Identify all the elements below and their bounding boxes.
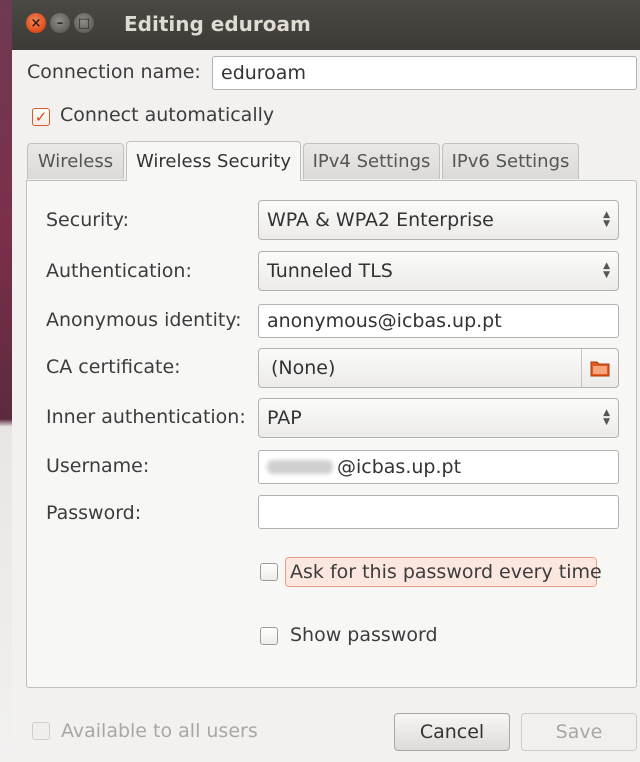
- inner-authentication-value: PAP: [267, 407, 302, 429]
- connect-automatically-checkbox[interactable]: ✓: [32, 108, 50, 126]
- authentication-combo-value: Tunneled TLS: [267, 260, 393, 282]
- password-input[interactable]: [258, 495, 619, 529]
- show-password-label[interactable]: Show password: [290, 624, 438, 646]
- combo-arrows-icon: ▲ ▼: [603, 261, 610, 280]
- username-value: @icbas.up.pt: [337, 456, 462, 478]
- ca-certificate-value: (None): [271, 357, 336, 379]
- connection-name-label: Connection name:: [27, 61, 201, 83]
- window-title: Editing eduroam: [124, 12, 311, 36]
- maximize-icon[interactable]: □: [74, 13, 94, 33]
- combo-arrows-icon: ▲ ▼: [603, 408, 610, 427]
- tab-wireless[interactable]: Wireless: [27, 143, 124, 179]
- username-input[interactable]: @icbas.up.pt: [258, 450, 619, 484]
- authentication-combo[interactable]: Tunneled TLS ▲ ▼: [258, 251, 619, 291]
- tab-ipv4-settings[interactable]: IPv4 Settings: [303, 143, 440, 179]
- available-to-all-users-checkbox[interactable]: [32, 722, 50, 740]
- available-to-all-users-label[interactable]: Available to all users: [61, 720, 258, 742]
- redacted-username: [267, 460, 333, 474]
- connect-automatically-label[interactable]: Connect automatically: [60, 104, 274, 126]
- window-titlebar[interactable]: [12, 0, 640, 50]
- minimize-icon[interactable]: –: [50, 13, 70, 33]
- ca-certificate-chooser[interactable]: (None): [258, 348, 619, 388]
- security-combo-value: WPA & WPA2 Enterprise: [267, 209, 494, 231]
- save-button[interactable]: Save: [521, 713, 637, 751]
- inner-authentication-combo[interactable]: PAP ▲ ▼: [258, 398, 619, 438]
- folder-icon[interactable]: [581, 349, 618, 387]
- connection-name-input[interactable]: eduroam: [212, 56, 637, 90]
- ask-password-checkbox[interactable]: [260, 563, 278, 581]
- close-icon[interactable]: ×: [26, 13, 46, 33]
- security-combo[interactable]: WPA & WPA2 Enterprise ▲ ▼: [258, 200, 619, 240]
- ask-password-label[interactable]: Ask for this password every time: [290, 561, 602, 583]
- tab-ipv6-settings[interactable]: IPv6 Settings: [442, 143, 579, 179]
- combo-arrows-icon: ▲ ▼: [603, 210, 610, 229]
- anonymous-identity-input[interactable]: anonymous@icbas.up.pt: [258, 304, 619, 338]
- desktop-background: [0, 0, 12, 762]
- show-password-checkbox[interactable]: [260, 627, 278, 645]
- cancel-button[interactable]: Cancel: [394, 713, 510, 751]
- tab-wireless-security[interactable]: Wireless Security: [126, 141, 301, 181]
